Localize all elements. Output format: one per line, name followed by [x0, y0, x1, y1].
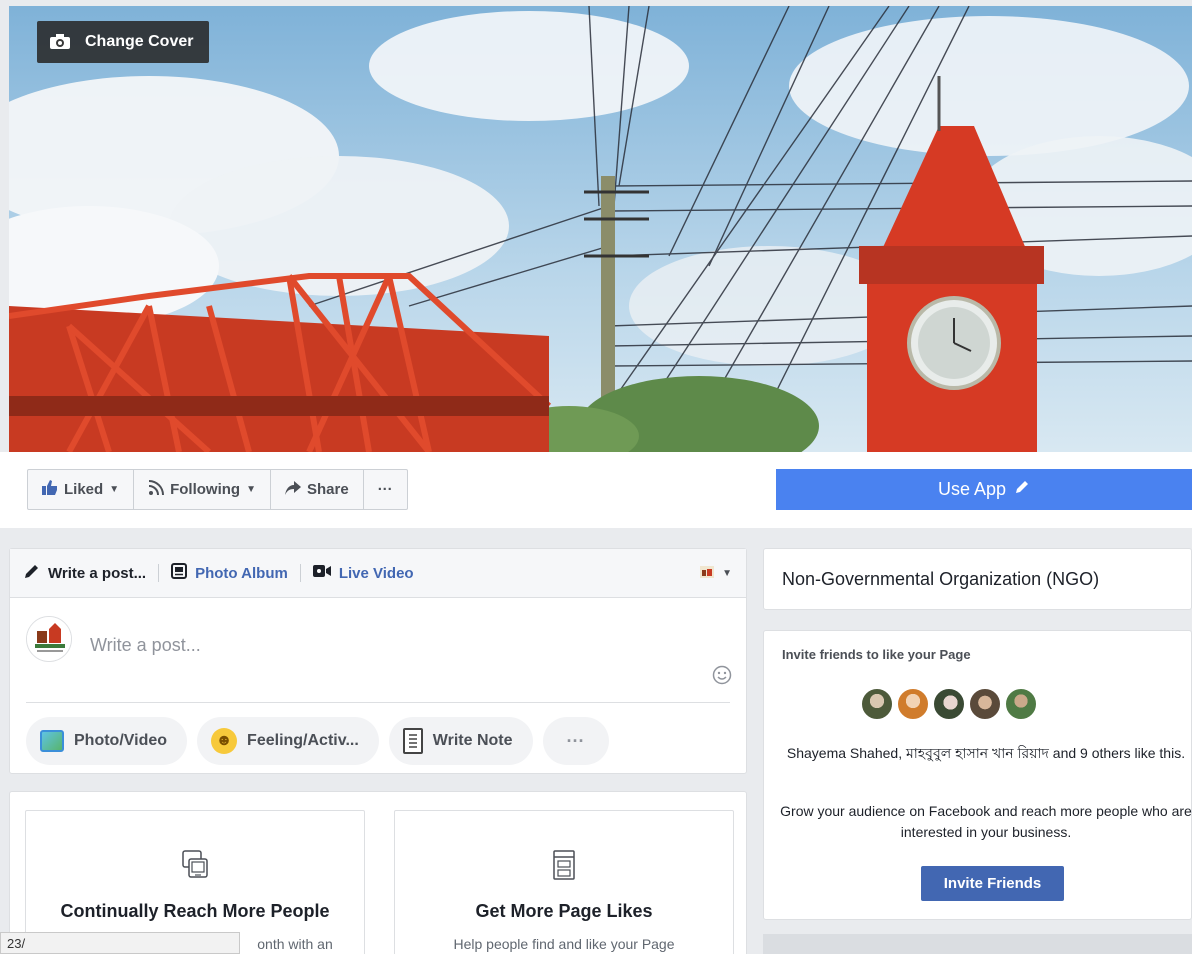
video-camera-icon: [312, 564, 331, 582]
photo-icon: [40, 730, 64, 752]
promotion-section: Continually Reach More People onth with …: [9, 791, 747, 954]
friend-avatar[interactable]: [896, 687, 930, 721]
emoji-icon[interactable]: [712, 665, 732, 691]
pencil-icon: [1014, 479, 1030, 500]
status-bar-url: 23/: [0, 932, 240, 954]
cover-image: [9, 6, 1192, 452]
write-note-label: Write Note: [432, 732, 513, 749]
invite-friends-label: Invite Friends: [943, 875, 1042, 892]
tab-photo-album[interactable]: Photo Album: [171, 563, 300, 583]
more-label: ···: [377, 481, 393, 498]
page-avatar-icon: [700, 565, 715, 581]
friends-like-text: Shayema Shahed, মাহবুবুল হাসান খান রিয়া…: [786, 745, 1186, 761]
page-layout-icon: [546, 847, 582, 883]
chevron-down-icon: ▼: [722, 567, 732, 579]
composer-body[interactable]: Write a post...: [10, 598, 746, 703]
use-app-button[interactable]: Use App: [776, 469, 1192, 510]
tab-photo-album-label: Photo Album: [195, 564, 288, 582]
thumbs-up-icon: [42, 480, 58, 499]
friend-avatar[interactable]: [860, 687, 894, 721]
composer-tabs: Write a post... Photo Album Live Video ▼: [10, 549, 746, 598]
tab-divider: [299, 564, 301, 582]
smiley-icon: ☻: [211, 728, 238, 754]
camera-icon: [49, 34, 71, 50]
invite-friends-panel: Invite friends to like your Page Shayema…: [763, 630, 1192, 920]
promo-card-likes[interactable]: Get More Page Likes Help people find and…: [394, 810, 734, 954]
photo-album-icon: [171, 563, 188, 583]
page-avatar: [26, 616, 72, 662]
write-note-button[interactable]: Write Note: [388, 717, 533, 765]
composer-divider: [26, 702, 730, 703]
cover-photo: Change Cover: [9, 6, 1192, 452]
post-composer: Write a post... Photo Album Live Video ▼…: [9, 548, 747, 774]
promo-card-likes-title: Get More Page Likes: [475, 901, 653, 921]
following-button[interactable]: Following ▼: [134, 470, 271, 509]
chevron-down-icon: ▼: [246, 484, 256, 495]
page-category-label: Non-Governmental Organization (NGO): [782, 568, 1100, 589]
tab-write-post-label: Write a post...: [48, 564, 147, 582]
share-arrow-icon: [284, 480, 301, 499]
page-actions: Liked ▼ Following ▼ Share ···: [27, 469, 408, 510]
change-cover-button[interactable]: Change Cover: [37, 21, 210, 63]
composer-placeholder[interactable]: Write a post...: [90, 635, 201, 656]
feeling-activity-button[interactable]: ☻ Feeling/Activ...: [197, 717, 379, 765]
pencil-icon: [24, 563, 40, 583]
tab-live-video-label: Live Video: [338, 564, 414, 582]
invite-title: Invite friends to like your Page: [782, 647, 971, 662]
friend-avatar[interactable]: [932, 687, 966, 721]
liked-label: Liked: [64, 481, 104, 498]
more-composer-options-button[interactable]: ···: [542, 717, 609, 765]
promo-card-reach-title: Continually Reach More People: [60, 901, 330, 921]
share-button[interactable]: Share: [271, 470, 364, 509]
photo-video-button[interactable]: Photo/Video: [26, 717, 188, 765]
composer-actions: Photo/Video ☻ Feeling/Activ... Write Not…: [10, 703, 746, 779]
change-cover-label: Change Cover: [85, 33, 194, 50]
page-root: Change Cover Liked ▼ Following ▼ Share ·…: [0, 0, 1192, 954]
tab-write-post[interactable]: Write a post...: [24, 563, 158, 583]
friend-avatar[interactable]: [968, 687, 1002, 721]
feeling-label: Feeling/Activ...: [247, 732, 359, 749]
following-label: Following: [170, 481, 241, 498]
use-app-label: Use App: [937, 479, 1007, 499]
tab-divider: [158, 564, 160, 582]
grow-audience-text: Grow your audience on Facebook and reach…: [780, 803, 1192, 840]
sidebar-next-panel: [763, 934, 1192, 954]
friend-avatars: [860, 687, 1038, 721]
chevron-down-icon: ▼: [109, 484, 120, 495]
photo-video-label: Photo/Video: [74, 732, 168, 749]
invite-friends-button[interactable]: Invite Friends: [921, 866, 1064, 901]
more-options-button[interactable]: ···: [364, 470, 407, 509]
friend-avatar[interactable]: [1004, 687, 1038, 721]
post-as-selector[interactable]: ▼: [700, 565, 732, 581]
liked-button[interactable]: Liked ▼: [28, 470, 135, 509]
notebook-icon: [402, 728, 423, 754]
devices-icon: [177, 847, 213, 883]
rss-icon: [148, 479, 165, 500]
page-category: Non-Governmental Organization (NGO): [763, 548, 1192, 610]
promo-card-likes-desc: Help people find and like your Page: [453, 936, 675, 952]
more-composer-label: ···: [566, 730, 585, 751]
share-label: Share: [306, 481, 349, 498]
tab-live-video[interactable]: Live Video: [312, 564, 426, 582]
